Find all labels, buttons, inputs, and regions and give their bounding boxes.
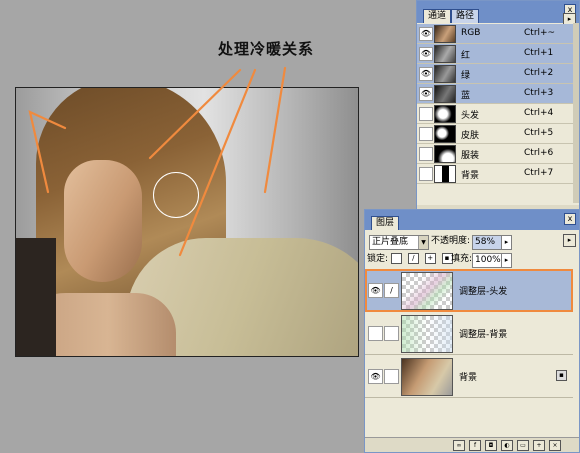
channels-tabbar: 通道 路径 x (417, 1, 579, 23)
channel-name: 蓝 (461, 91, 471, 101)
channel-thumbnail (434, 125, 456, 143)
layer-name: 调整层-背景 (459, 330, 508, 340)
brush-cursor-circle (153, 172, 199, 218)
channel-thumbnail (434, 85, 456, 103)
channel-shortcut: Ctrl+1 (524, 48, 554, 58)
channel-row-rgb[interactable]: 👁 RGB Ctrl+~ (417, 24, 575, 44)
channel-thumbnail (434, 45, 456, 63)
layer-thumbnail (401, 272, 453, 310)
link-toggle-empty[interactable] (384, 326, 399, 341)
channel-thumbnail (434, 25, 456, 43)
layer-row-adjust-background[interactable]: 调整层-背景 (365, 312, 573, 355)
lock-label: 锁定: (367, 254, 389, 264)
eye-toggle-empty[interactable] (419, 147, 433, 161)
fill-field[interactable]: 100% (472, 253, 502, 268)
link-toggle-empty[interactable] (384, 369, 399, 384)
layers-tabbar: 图层 x (365, 210, 579, 230)
channel-name: 红 (461, 51, 471, 61)
channel-shortcut: Ctrl+7 (524, 168, 554, 178)
tab-paths[interactable]: 路径 (451, 9, 480, 23)
channel-row-background[interactable]: 背景 Ctrl+7 (417, 164, 575, 184)
channel-shortcut: Ctrl+2 (524, 68, 554, 78)
lock-row: 锁定: / + ▪ (367, 252, 456, 267)
channel-row-green[interactable]: 👁 绿 Ctrl+2 (417, 64, 575, 84)
fill-stepper-arrow-icon[interactable]: ▸ (501, 253, 512, 268)
eye-icon[interactable]: 👁 (368, 283, 383, 298)
link-layers-icon[interactable]: ∞ (453, 440, 465, 451)
channel-row-blue[interactable]: 👁 蓝 Ctrl+3 (417, 84, 575, 104)
tab-layers[interactable]: 图层 (371, 216, 400, 230)
chevron-down-icon: ▼ (418, 236, 428, 249)
new-layer-icon[interactable]: + (533, 440, 545, 451)
fill-label: 填充: (451, 254, 473, 264)
eye-toggle-empty[interactable] (419, 127, 433, 141)
eye-icon[interactable]: 👁 (419, 27, 433, 41)
brush-icon[interactable]: / (384, 283, 399, 298)
channel-name: 背景 (461, 171, 480, 181)
channel-name: 头发 (461, 111, 480, 121)
channel-row-red[interactable]: 👁 红 Ctrl+1 (417, 44, 575, 64)
channel-row-hair[interactable]: 头发 Ctrl+4 (417, 104, 575, 124)
channel-row-skin[interactable]: 皮肤 Ctrl+5 (417, 124, 575, 144)
adjustment-layer-icon[interactable]: ◐ (501, 440, 513, 451)
channel-name: 皮肤 (461, 131, 480, 141)
layer-row-adjust-hair[interactable]: 👁 / 调整层-头发 (365, 269, 573, 312)
eye-icon[interactable]: 👁 (419, 67, 433, 81)
blend-mode-value: 正片叠底 (372, 237, 409, 247)
lock-icon: ▪ (556, 370, 567, 381)
channel-shortcut: Ctrl+6 (524, 148, 554, 158)
lock-position-icon[interactable]: + (424, 253, 436, 264)
layer-row-background[interactable]: 👁 背景 ▪ (365, 355, 573, 398)
layer-style-icon[interactable]: f (469, 440, 481, 451)
eye-icon[interactable]: 👁 (368, 369, 383, 384)
document-canvas (15, 87, 359, 357)
eye-toggle-empty[interactable] (419, 107, 433, 121)
channel-thumbnail (434, 145, 456, 163)
tab-channels[interactable]: 通道 (423, 9, 452, 23)
eye-icon[interactable]: 👁 (419, 87, 433, 101)
annotation-title: 处理冷暖关系 (218, 40, 315, 58)
lock-transparency-icon[interactable] (390, 253, 402, 264)
layer-name: 调整层-头发 (459, 287, 508, 297)
blend-mode-select[interactable]: 正片叠底 ▼ (369, 235, 429, 250)
channel-name: 服装 (461, 151, 480, 161)
eye-icon[interactable]: 👁 (419, 47, 433, 61)
channel-thumbnail (434, 65, 456, 83)
eye-toggle-empty[interactable] (368, 326, 383, 341)
panel-menu-icon[interactable]: ▸ (563, 234, 576, 247)
layers-bottom-bar: ∞ f ◘ ◐ ▭ + × (365, 437, 579, 452)
photo-face (64, 160, 142, 282)
layers-panel: 图层 x ▸ 正片叠底 ▼ 不透明度: 58% ▸ 锁定: / + ▪ 填充: … (364, 209, 580, 453)
opacity-label: 不透明度: (431, 236, 471, 246)
channel-thumbnail (434, 105, 456, 123)
opacity-stepper-arrow-icon[interactable]: ▸ (501, 235, 512, 250)
lock-pixels-icon[interactable]: / (407, 253, 419, 264)
channels-panel: 通道 路径 x ▸ 👁 RGB Ctrl+~ 👁 红 Ctrl+1 👁 绿 Ct… (416, 0, 580, 214)
channel-shortcut: Ctrl+4 (524, 108, 554, 118)
trash-icon[interactable]: × (549, 440, 561, 451)
channel-name: 绿 (461, 71, 471, 81)
channel-name: RGB (461, 28, 481, 38)
channel-thumbnail (434, 165, 456, 183)
layer-name: 背景 (459, 373, 478, 383)
channel-shortcut: Ctrl+5 (524, 128, 554, 138)
eye-toggle-empty[interactable] (419, 167, 433, 181)
channel-row-clothing[interactable]: 服装 Ctrl+6 (417, 144, 575, 164)
new-group-icon[interactable]: ▭ (517, 440, 529, 451)
photo-shadow (16, 238, 56, 356)
channels-scrollbar[interactable] (573, 23, 579, 203)
opacity-field[interactable]: 58% (472, 235, 502, 250)
layer-thumbnail (401, 315, 453, 353)
close-icon[interactable]: x (564, 213, 576, 225)
channel-shortcut: Ctrl+3 (524, 88, 554, 98)
layer-thumbnail (401, 358, 453, 396)
channel-shortcut: Ctrl+~ (524, 28, 556, 38)
layer-mask-icon[interactable]: ◘ (485, 440, 497, 451)
